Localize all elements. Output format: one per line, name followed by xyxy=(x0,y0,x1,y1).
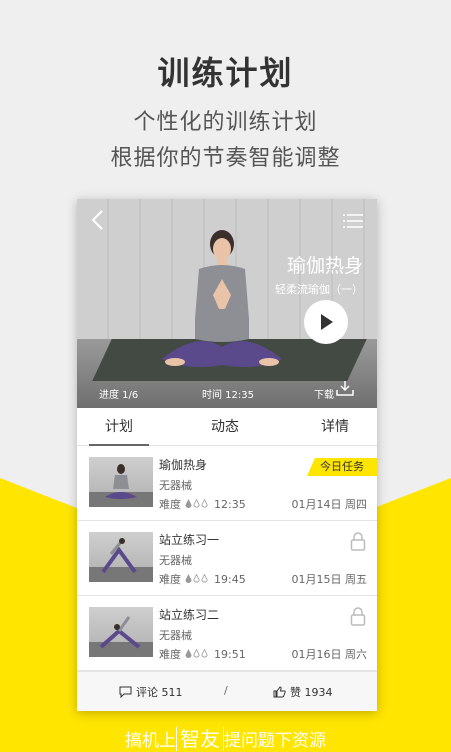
tab-bar: 计划 动态 详情 xyxy=(77,408,377,446)
drop-empty-icon xyxy=(193,499,200,508)
promo-subtitle-line1: 个性化的训练计划 xyxy=(133,110,318,135)
footer-divider: / xyxy=(224,684,228,697)
comments-button[interactable]: 评论 511 xyxy=(119,684,183,700)
tab-details[interactable]: 详情 xyxy=(305,408,365,446)
back-icon[interactable] xyxy=(89,209,107,231)
download-icon[interactable] xyxy=(336,380,354,396)
tab-plan[interactable]: 计划 xyxy=(89,408,149,446)
thumbs-up-icon xyxy=(273,686,286,698)
item-equipment: 无器械 xyxy=(159,629,192,642)
drop-empty-icon xyxy=(201,574,208,583)
play-button[interactable] xyxy=(304,300,348,344)
today-task-badge: 今日任务 xyxy=(307,458,377,476)
comment-icon xyxy=(119,686,132,698)
play-icon xyxy=(321,314,333,330)
item-difficulty: 难度 12:35 xyxy=(159,496,246,512)
promo-title: 训练计划 xyxy=(157,54,294,92)
item-duration: 19:51 xyxy=(214,647,246,661)
list-item[interactable]: 站立练习二 无器械 难度 19:51 01月16日 周六 xyxy=(77,596,377,671)
watermark-highlight: 智友 xyxy=(176,727,224,751)
difficulty-drops xyxy=(185,649,208,659)
hero-subtitle: 轻柔流瑜伽（一） xyxy=(275,283,363,296)
difficulty-label: 难度 xyxy=(159,648,181,661)
phone-screen: 瑜伽热身 轻柔流瑜伽（一） 进度 1/6 时间 12:35 下载 计划 动态 详… xyxy=(77,199,377,711)
watermark-prefix: 搞机上 xyxy=(125,731,176,751)
item-title: 瑜伽热身 xyxy=(159,458,208,472)
watermark-suffix: 提问题下资源 xyxy=(224,731,326,751)
item-difficulty: 难度 19:51 xyxy=(159,646,246,662)
list-item[interactable]: 站立练习一 无器械 难度 19:45 01月15日 周五 xyxy=(77,521,377,596)
drop-empty-icon xyxy=(193,574,200,583)
tab-activity[interactable]: 动态 xyxy=(195,408,255,446)
difficulty-drops xyxy=(185,574,208,584)
item-date: 01月14日 周四 xyxy=(291,498,368,511)
comments-label: 评论 511 xyxy=(136,686,183,699)
footer-bar: 评论 511 / 赞 1934 xyxy=(77,671,377,711)
time-label: 时间 12:35 xyxy=(202,390,254,401)
hero-title: 瑜伽热身 xyxy=(286,255,363,277)
lock-icon xyxy=(350,607,366,626)
drop-filled-icon xyxy=(185,574,192,583)
item-title: 站立练习二 xyxy=(159,608,220,622)
lock-icon xyxy=(350,532,366,551)
download-label[interactable]: 下载 xyxy=(314,386,334,401)
item-equipment: 无器械 xyxy=(159,554,192,567)
difficulty-label: 难度 xyxy=(159,498,181,511)
item-thumbnail xyxy=(89,532,153,582)
hero-video[interactable]: 瑜伽热身 轻柔流瑜伽（一） 进度 1/6 时间 12:35 下载 xyxy=(77,199,377,408)
list-item[interactable]: 瑜伽热身 无器械 难度 12:35 01月14日 周四 今日任务 xyxy=(77,446,377,521)
drop-empty-icon xyxy=(201,649,208,658)
item-duration: 12:35 xyxy=(214,497,246,511)
likes-label: 赞 1934 xyxy=(290,686,333,699)
difficulty-label: 难度 xyxy=(159,573,181,586)
item-equipment: 无器械 xyxy=(159,479,192,492)
menu-icon[interactable] xyxy=(343,213,363,229)
drop-filled-icon xyxy=(185,649,192,658)
plan-list: 瑜伽热身 无器械 难度 12:35 01月14日 周四 今日任务 站立练习一 无… xyxy=(77,446,377,671)
item-difficulty: 难度 19:45 xyxy=(159,571,246,587)
item-thumbnail xyxy=(89,607,153,657)
drop-empty-icon xyxy=(193,649,200,658)
likes-button[interactable]: 赞 1934 xyxy=(273,684,333,700)
drop-filled-icon xyxy=(185,499,192,508)
item-date: 01月15日 周五 xyxy=(291,573,368,586)
item-duration: 19:45 xyxy=(214,572,246,586)
item-title: 站立练习一 xyxy=(159,533,220,547)
difficulty-drops xyxy=(185,499,208,509)
progress-label: 进度 1/6 xyxy=(99,390,139,401)
watermark: 搞机上 智友 提问题下资源 xyxy=(0,723,451,752)
drop-empty-icon xyxy=(201,499,208,508)
promo-subtitle-line2: 根据你的节奏智能调整 xyxy=(110,146,341,171)
item-date: 01月16日 周六 xyxy=(291,648,368,661)
item-thumbnail xyxy=(89,457,153,507)
